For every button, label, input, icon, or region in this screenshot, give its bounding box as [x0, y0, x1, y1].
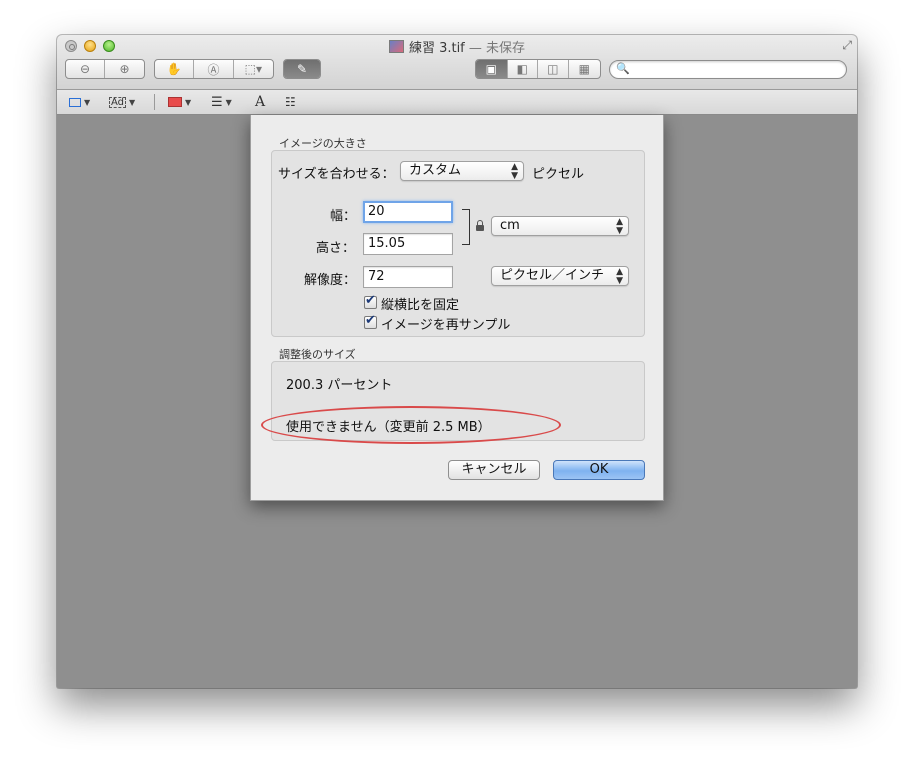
- image-size-section-label: イメージの大きさ: [279, 137, 367, 150]
- line-weight-icon: ☰: [211, 94, 223, 110]
- rect-select-icon[interactable]: ⬚▾: [234, 60, 273, 78]
- fullscreen-icon[interactable]: ⤢: [842, 38, 852, 53]
- window-title-name: 練習 3.tif: [408, 41, 465, 56]
- document-icon: [388, 40, 404, 53]
- markup-toggle: ✎: [283, 59, 321, 79]
- resolution-label: 解像度：: [304, 273, 357, 288]
- scale-proportionally-checkbox[interactable]: [364, 293, 377, 309]
- text-box-icon: Ad: [109, 96, 127, 108]
- fit-into-value: カスタム: [409, 163, 462, 178]
- resolution-field[interactable]: 72: [363, 266, 453, 288]
- height-label: 高さ：: [316, 241, 356, 256]
- resolution-unit-value: ピクセル／インチ: [500, 268, 605, 283]
- view-split-icon[interactable]: ◫: [538, 60, 569, 78]
- scale-proportionally-label[interactable]: 縦横比を固定: [381, 294, 459, 313]
- search-input[interactable]: 🔍: [609, 60, 847, 79]
- unit-value: cm: [500, 218, 520, 233]
- annotation-ellipse: [261, 406, 561, 444]
- adjust-size-dialog: イメージの大きさ サイズを合わせる： カスタム ▲ ▼ ピクセル 幅： 20 高さ…: [250, 115, 664, 501]
- cancel-button[interactable]: キャンセル: [448, 460, 540, 480]
- zoom-control: ⊖ ⊕: [65, 59, 145, 79]
- chevron-down-icon: ▼: [129, 97, 136, 107]
- width-label: 幅：: [330, 209, 357, 224]
- chevron-down-icon: ▼: [225, 97, 232, 107]
- fill-color-tool[interactable]: ▼: [168, 94, 191, 110]
- chevron-down-icon: ▼: [84, 97, 91, 107]
- search-icon: 🔍: [616, 62, 630, 75]
- popup-arrows-icon: ▲ ▼: [511, 162, 518, 181]
- fit-into-popup[interactable]: カスタム ▲ ▼: [400, 161, 524, 181]
- popup-arrows-icon: ▲ ▼: [616, 217, 623, 236]
- zoom-out-icon[interactable]: ⊖: [66, 60, 106, 78]
- window-title: 練習 3.tif — 未保存: [57, 37, 857, 56]
- result-percent-text: 200.3 パーセント: [286, 378, 393, 393]
- resample-checkbox[interactable]: [364, 313, 377, 329]
- chevron-down-icon: ▼: [185, 97, 192, 107]
- ok-button[interactable]: OK: [553, 460, 645, 480]
- shape-tool[interactable]: ▼: [69, 94, 90, 110]
- font-icon[interactable]: A: [255, 94, 265, 110]
- lock-icon: [476, 220, 484, 231]
- view-grid-icon[interactable]: ▦: [569, 60, 600, 78]
- image-size-group: サイズを合わせる： カスタム ▲ ▼ ピクセル 幅： 20 高さ： 15.05 c…: [271, 150, 645, 337]
- text-select-icon[interactable]: Ⓐ: [194, 60, 234, 78]
- view-sidebar-icon[interactable]: ◧: [508, 60, 539, 78]
- lock-bracket: [462, 209, 470, 245]
- rectangle-icon: [69, 97, 81, 107]
- unit-popup[interactable]: cm ▲ ▼: [491, 216, 629, 236]
- fit-into-label: サイズを合わせる：: [278, 167, 395, 182]
- list-icon[interactable]: ☷: [285, 94, 296, 110]
- result-section-label: 調整後のサイズ: [279, 348, 356, 361]
- zoom-in-icon[interactable]: ⊕: [105, 60, 144, 78]
- resample-label[interactable]: イメージを再サンプル: [381, 314, 510, 333]
- window-title-status: — 未保存: [468, 41, 526, 56]
- height-field[interactable]: 15.05: [363, 233, 453, 255]
- text-box-tool[interactable]: Ad ▼: [109, 94, 135, 110]
- popup-arrows-icon: ▲ ▼: [616, 267, 623, 286]
- toolbar-divider: [154, 94, 155, 110]
- pen-icon[interactable]: ✎: [284, 60, 320, 78]
- line-style-tool[interactable]: ☰ ▼: [211, 94, 232, 110]
- resolution-unit-popup[interactable]: ピクセル／インチ ▲ ▼: [491, 266, 629, 286]
- color-swatch-icon: [168, 97, 182, 107]
- annotation-toolbar: ▼ Ad ▼ ▼ ☰ ▼ A ☷: [57, 90, 857, 115]
- view-mode-control: ▣ ◧ ◫ ▦: [475, 59, 601, 79]
- tool-selector: ✋ Ⓐ ⬚▾: [154, 59, 274, 79]
- title-bar: 練習 3.tif — 未保存 ⤢ ⊖ ⊕ ✋ Ⓐ ⬚▾ ✎ ▣ ◧ ◫ ▦ 🔍: [57, 35, 857, 90]
- fit-unit-label: ピクセル: [532, 167, 585, 182]
- width-field[interactable]: 20: [363, 201, 453, 223]
- view-single-icon[interactable]: ▣: [476, 60, 508, 78]
- hand-icon[interactable]: ✋: [155, 60, 195, 78]
- preview-window: 練習 3.tif — 未保存 ⤢ ⊖ ⊕ ✋ Ⓐ ⬚▾ ✎ ▣ ◧ ◫ ▦ 🔍 …: [57, 35, 857, 688]
